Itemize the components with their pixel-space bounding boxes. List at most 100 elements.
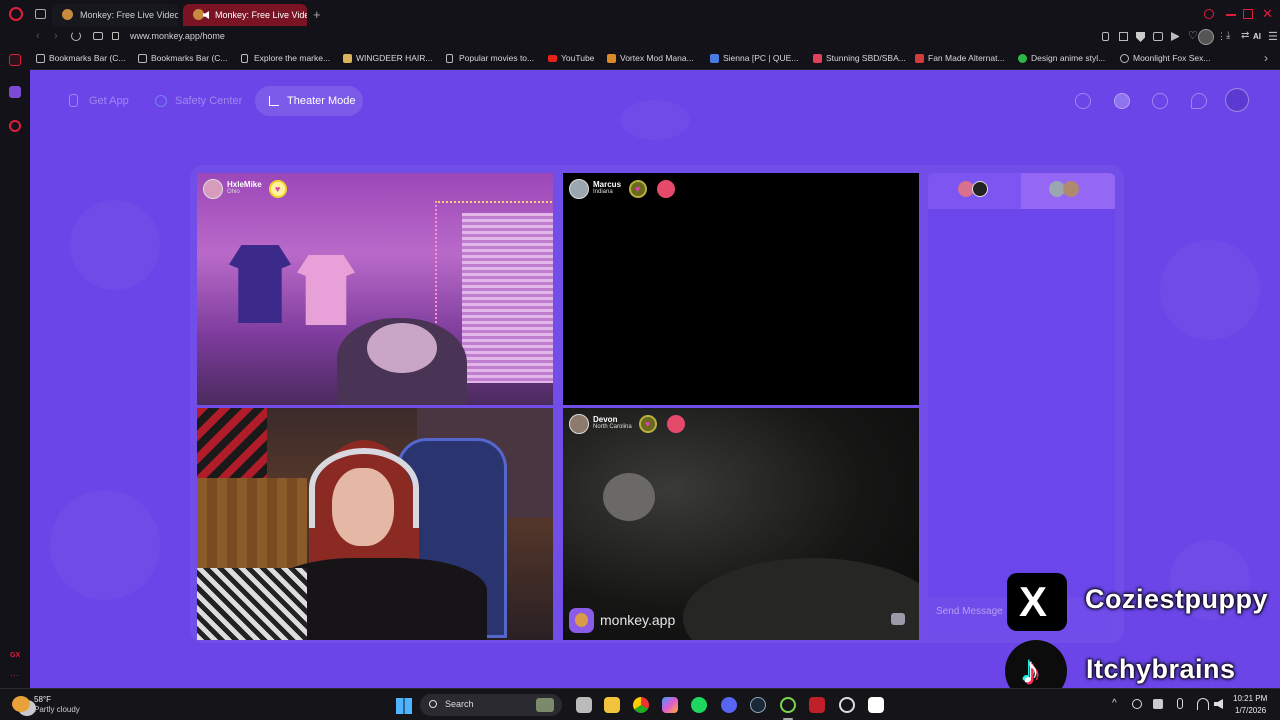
volume-icon[interactable] (1214, 699, 1223, 709)
monkey-favicon-icon (193, 9, 204, 20)
ai-button[interactable]: AI (1253, 32, 1261, 41)
tab-label: Monkey: Free Live Video C (80, 10, 178, 20)
bookmark-stunning[interactable]: Stunning SBD/SBA... (813, 53, 906, 63)
bookmark-vortex[interactable]: Vortex Mod Mana... (607, 53, 694, 63)
bookmark-folder-2[interactable]: Bookmarks Bar (C... (138, 53, 228, 63)
search-icon[interactable] (1075, 93, 1091, 109)
tab-label: Monkey: Free Live Vide (215, 10, 307, 20)
minimize-icon[interactable] (1226, 14, 1236, 16)
theater-mode-button[interactable]: Theater Mode (255, 86, 363, 116)
light-spot (603, 473, 655, 521)
tab-overview-icon[interactable] (35, 9, 46, 19)
user-avatar[interactable] (1225, 88, 1249, 112)
close-icon[interactable]: ✕ (1262, 6, 1273, 22)
phone-icon (69, 94, 78, 107)
download-icon[interactable]: ⤓ (1226, 30, 1230, 41)
shield-icon (155, 95, 167, 107)
opera-logo-icon[interactable] (9, 7, 23, 21)
pin-icon[interactable] (1102, 32, 1109, 41)
new-tab-icon[interactable]: + (313, 7, 321, 22)
chat-tab-1[interactable] (928, 173, 1021, 209)
file-explorer-icon[interactable] (604, 697, 620, 713)
heart-icon[interactable]: ♡ (1188, 29, 1198, 42)
spotify-icon[interactable] (691, 697, 707, 713)
windows-taskbar: 58°F Partly cloudy Search ^ 10:21 PM 1/7… (0, 688, 1280, 720)
screenshot-icon[interactable] (1119, 32, 1128, 41)
obs-icon[interactable] (839, 697, 855, 713)
capcut-icon[interactable] (868, 697, 884, 713)
back-icon[interactable]: ‹ (36, 30, 40, 42)
task-view-icon[interactable] (576, 697, 592, 713)
twitch-icon[interactable] (9, 86, 21, 98)
wood-panel (197, 478, 307, 568)
skip-button[interactable] (891, 613, 905, 625)
bookmarks-more-icon[interactable]: › (1264, 51, 1268, 65)
headphones (309, 448, 419, 528)
wall-stripes (197, 408, 267, 478)
tab-monkey-2[interactable]: Monkey: Free Live Vide (183, 4, 307, 26)
send-message-input[interactable]: Send Message (936, 606, 1003, 617)
bookmark-design[interactable]: Design anime styl... (1018, 53, 1105, 63)
more-icon[interactable]: ··· (10, 670, 19, 680)
user-name: Marcus (593, 180, 622, 189)
bookmark-sienna[interactable]: Sienna [PC | QUE... (710, 53, 798, 63)
wallet-icon[interactable] (1153, 32, 1163, 41)
tray-chevron-icon[interactable]: ^ (1112, 698, 1117, 709)
search-box[interactable]: Search (420, 694, 562, 716)
discord-icon[interactable] (721, 697, 737, 713)
chat-tab-2[interactable] (1021, 173, 1115, 209)
safety-center-button[interactable]: Safety Center (153, 86, 242, 116)
share-icon[interactable]: ⇄ (1241, 30, 1249, 41)
history-icon[interactable] (1152, 93, 1168, 109)
bookmark-fanmade[interactable]: Fan Made Alternat... (915, 53, 1005, 63)
bookmark-youtube[interactable]: YouTube (548, 53, 594, 63)
user-avatar (569, 414, 589, 434)
blanket (197, 568, 307, 640)
monkey-logo-icon (569, 608, 594, 633)
copilot-icon[interactable] (662, 697, 678, 713)
clock-time[interactable]: 10:21 PM (1233, 694, 1267, 703)
bookmarks-bar: Bookmarks Bar (C... Bookmarks Bar (C... … (30, 48, 1280, 70)
speaker-icon[interactable] (203, 11, 209, 19)
player-icon[interactable] (1171, 32, 1179, 41)
easy-setup-icon[interactable]: ☰ (1268, 30, 1278, 43)
clock-date[interactable]: 1/7/2026 (1235, 706, 1266, 715)
steam-icon[interactable] (750, 697, 766, 713)
url-field[interactable]: www.monkey.app/home (130, 31, 225, 41)
chrome-icon[interactable] (633, 697, 649, 713)
weather-widget[interactable]: 58°F Partly cloudy (8, 693, 98, 717)
address-bar: ‹ › www.monkey.app/home ♡ ⋮ ⤓ ⇄ AI ☰ (30, 28, 1280, 48)
app-red-icon[interactable] (809, 697, 825, 713)
start-button[interactable] (396, 698, 412, 714)
forward-icon[interactable]: › (54, 30, 58, 42)
chat-icon[interactable] (1191, 93, 1207, 109)
search-tabs-icon[interactable] (1204, 9, 1214, 19)
bookmark-explore[interactable]: Explore the marke... (241, 53, 330, 63)
gx-corner-icon[interactable] (9, 54, 21, 66)
stunning-icon (813, 54, 822, 63)
user-name: HxleMike (227, 180, 262, 189)
shield-icon[interactable] (1136, 32, 1145, 42)
page-icon (446, 54, 453, 63)
bookmark-wingdeer[interactable]: WINGDEER HAIR... (343, 53, 433, 63)
tray-app-icon[interactable] (1153, 699, 1163, 709)
maximize-icon[interactable] (1243, 9, 1253, 19)
get-app-button[interactable]: Get App (67, 86, 129, 116)
profile-icon[interactable] (1114, 93, 1130, 109)
microphone-icon[interactable] (1177, 698, 1183, 709)
settings-icon[interactable] (9, 120, 21, 132)
tray-sync-icon[interactable] (1132, 699, 1142, 709)
user-location: Ohio (227, 189, 240, 195)
profile-avatar[interactable] (1198, 29, 1214, 45)
opera-gx-icon[interactable] (780, 697, 796, 713)
snapshot-icon[interactable] (93, 32, 103, 40)
reload-icon[interactable] (71, 31, 81, 41)
menu-dots-icon[interactable]: ⋮ (1217, 31, 1226, 42)
bookmark-moonlight[interactable]: Moonlight Fox Sex... (1120, 53, 1210, 63)
pair-avatar-icon (972, 181, 988, 197)
wifi-icon[interactable] (1197, 698, 1209, 710)
tab-monkey-1[interactable]: Monkey: Free Live Video C (52, 4, 178, 26)
bookmark-movies[interactable]: Popular movies to... (446, 53, 534, 63)
x-handle: Coziestpuppy (1085, 584, 1269, 614)
bookmark-folder-1[interactable]: Bookmarks Bar (C... (36, 53, 126, 63)
